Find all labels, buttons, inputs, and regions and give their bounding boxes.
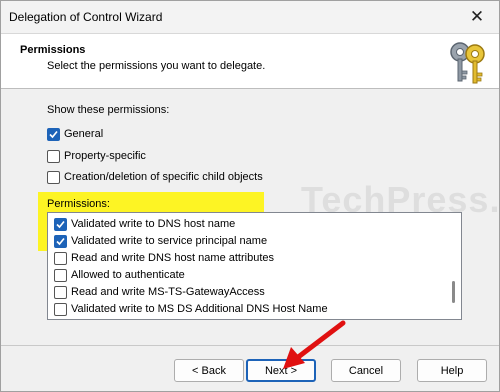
checkbox-unchecked-icon[interactable]	[54, 285, 67, 299]
checkbox-checked-icon	[47, 127, 60, 141]
list-scrollbar[interactable]	[447, 213, 461, 319]
scrollbar-thumb[interactable]	[452, 281, 455, 303]
wizard-header: Permissions Select the permissions you w…	[1, 33, 499, 89]
list-item-label: Validated write to MS DS Additional DNS …	[71, 303, 328, 315]
back-button[interactable]: < Back	[174, 359, 244, 382]
keys-icon	[450, 42, 485, 84]
list-item[interactable]: Read and write DNS host name attributes	[54, 250, 274, 266]
red-arrow-annotation	[283, 320, 346, 369]
list-item[interactable]: Read and write MS-TS-GatewayAccess	[54, 284, 265, 300]
help-button[interactable]: Help	[417, 359, 487, 382]
page-subtitle: Select the permissions you want to deleg…	[47, 60, 266, 72]
checkbox-label: General	[64, 128, 104, 140]
checkbox-label: Property-specific	[64, 150, 146, 162]
list-item-label: Allowed to authenticate	[71, 269, 185, 281]
wizard-window: Delegation of Control Wizard ✕ Permissio…	[0, 0, 500, 392]
close-icon: ✕	[469, 7, 485, 26]
checkbox-general[interactable]: General	[47, 126, 103, 142]
list-item[interactable]: Validated write to service principal nam…	[54, 233, 267, 249]
checkbox-creation-deletion[interactable]: Creation/deletion of specific child obje…	[47, 169, 263, 185]
checkbox-unchecked-icon[interactable]	[54, 251, 67, 265]
list-item[interactable]: Allowed to authenticate	[54, 267, 185, 283]
permissions-list[interactable]: Validated write to DNS host name Validat…	[47, 212, 462, 320]
checkbox-unchecked-icon[interactable]	[54, 268, 67, 282]
permissions-label: Permissions:	[47, 198, 110, 210]
list-item-label: Read and write MS-TS-GatewayAccess	[71, 286, 265, 298]
list-item-label: Validated write to service principal nam…	[71, 235, 268, 247]
list-item-label: Validated write to DNS host name	[71, 218, 236, 230]
checkbox-unchecked-icon[interactable]	[54, 302, 67, 316]
title-bar: Delegation of Control Wizard ✕	[1, 1, 499, 33]
list-item[interactable]: Validated write to DNS host name	[54, 216, 235, 232]
checkbox-label: Creation/deletion of specific child obje…	[64, 171, 263, 183]
close-button[interactable]: ✕	[455, 1, 499, 33]
page-title: Permissions	[20, 44, 86, 56]
checkbox-unchecked-icon	[47, 170, 60, 184]
checkbox-checked-icon[interactable]	[54, 234, 67, 248]
list-item-label: Read and write DNS host name attributes	[71, 252, 274, 264]
checkbox-checked-icon[interactable]	[54, 217, 67, 231]
window-title: Delegation of Control Wizard	[9, 10, 163, 24]
checkbox-unchecked-icon	[47, 149, 60, 163]
checkbox-property-specific[interactable]: Property-specific	[47, 148, 146, 164]
list-item[interactable]: Validated write to MS DS Additional DNS …	[54, 301, 328, 317]
show-permissions-label: Show these permissions:	[47, 104, 170, 116]
footer-divider	[1, 345, 499, 346]
